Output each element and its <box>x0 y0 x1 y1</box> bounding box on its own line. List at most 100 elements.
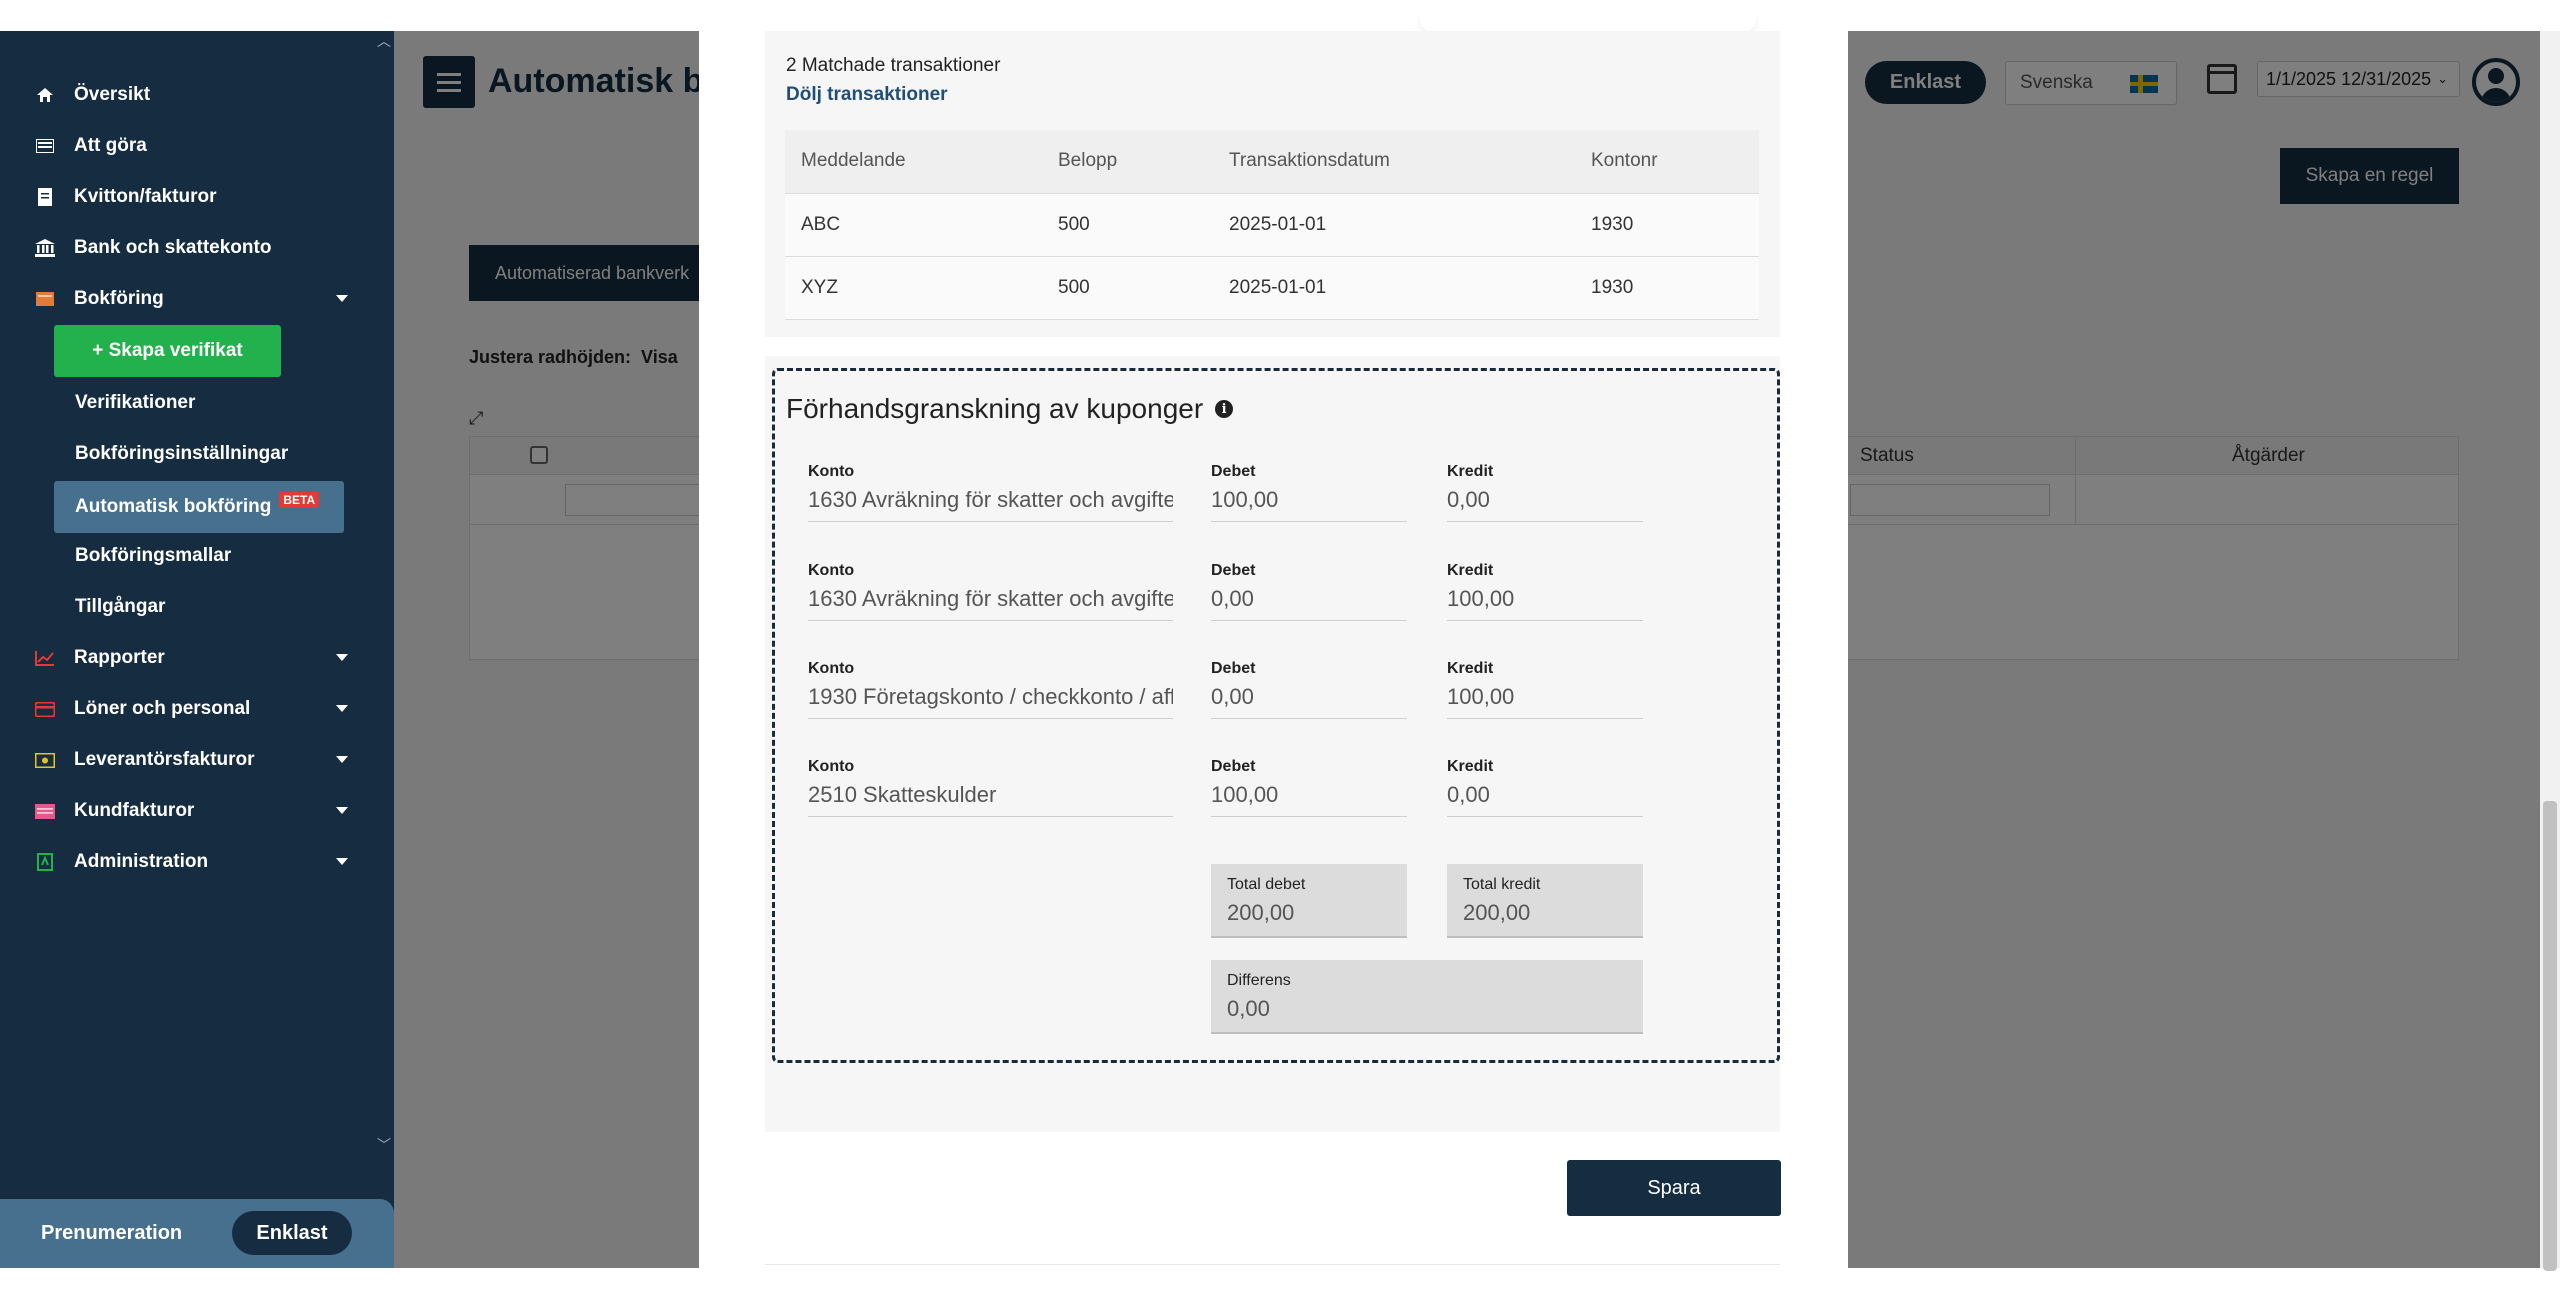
scroll-down-icon[interactable]: ﹀ <box>374 1135 394 1155</box>
subscription-label[interactable]: Prenumeration <box>41 1222 182 1245</box>
admin-icon <box>34 852 56 872</box>
chevron-down-icon <box>336 705 348 712</box>
list-icon <box>34 136 56 156</box>
preview-title-text: Förhandsgranskning av kuponger <box>786 393 1204 424</box>
sidebar-item-label: Översikt <box>74 84 151 105</box>
total-kredit-box: Total kredit 200,00 <box>1447 864 1643 938</box>
sidebar-sub-label: Tillgångar <box>75 596 166 617</box>
debet-label: Debet <box>1211 660 1256 677</box>
scroll-up-icon[interactable]: ︿ <box>374 31 394 51</box>
kredit-value: 100,00 <box>1447 684 1643 719</box>
debet-value: 0,00 <box>1211 586 1407 621</box>
total-debet-box: Total debet 200,00 <box>1211 864 1407 938</box>
difference-value: 0,00 <box>1227 996 1270 1021</box>
debet-value: 0,00 <box>1211 684 1407 719</box>
sidebar-sub-bokforingsinstallningar[interactable]: Bokföringsinställningar <box>54 434 344 474</box>
column-header[interactable]: Belopp <box>1042 130 1213 194</box>
table-row: XYZ 500 2025-01-01 1930 <box>785 256 1759 320</box>
konto-field[interactable]: Konto 2510 Skatteskulder <box>808 758 1173 817</box>
sidebar-sub-verifikationer[interactable]: Verifikationer <box>54 383 344 423</box>
sidebar-item-bank[interactable]: Bank och skattekonto <box>0 228 370 268</box>
kredit-label: Kredit <box>1447 758 1494 775</box>
sidebar-item-leverantorsfakturor[interactable]: Leverantörsfakturor <box>0 740 370 780</box>
konto-value: 1930 Företagskonto / checkkonto / affärs… <box>808 684 1173 719</box>
chart-icon <box>34 648 56 668</box>
column-header[interactable]: Transaktionsdatum <box>1213 130 1575 194</box>
kredit-field[interactable]: Kredit 100,00 <box>1447 562 1643 621</box>
sidebar-item-oversikt[interactable]: Översikt <box>0 75 370 115</box>
table-cell: 500 <box>1042 193 1213 257</box>
sidebar-item-label: Kundfakturor <box>74 800 195 821</box>
hide-transactions-link[interactable]: Dölj transaktioner <box>786 84 948 106</box>
sidebar-item-bokforing[interactable]: Bokföring <box>0 279 370 319</box>
table-cell: 1930 <box>1575 256 1759 320</box>
sidebar-sub-automatisk-bokforing[interactable]: Automatisk bokföring BETA <box>54 481 344 533</box>
sidebar-item-label: Bank och skattekonto <box>74 237 272 258</box>
sidebar-sub-tillgangar[interactable]: Tillgångar <box>54 587 344 627</box>
difference-box: Differens 0,00 <box>1211 960 1643 1034</box>
sidebar-sub-bokforingsmallar[interactable]: Bokföringsmallar <box>54 536 344 576</box>
scrollbar-thumb[interactable] <box>2543 801 2557 1271</box>
column-header[interactable]: Kontonr <box>1575 130 1759 194</box>
table-cell: 2025-01-01 <box>1213 193 1575 257</box>
sidebar-sub-label: Verifikationer <box>75 392 196 413</box>
konto-field[interactable]: Konto 1930 Företagskonto / checkkonto / … <box>808 660 1173 719</box>
sidebar-item-label: Att göra <box>74 135 147 156</box>
debet-field[interactable]: Debet 100,00 <box>1211 758 1407 817</box>
debet-value: 100,00 <box>1211 782 1407 817</box>
sidebar-item-label: Rapporter <box>74 647 165 668</box>
receipt-icon <box>34 187 56 207</box>
total-kredit-value: 200,00 <box>1463 900 1531 925</box>
table-cell: 500 <box>1042 256 1213 320</box>
sidebar-item-label: Administration <box>74 851 209 872</box>
debet-field[interactable]: Debet 100,00 <box>1211 463 1407 522</box>
konto-label: Konto <box>808 562 855 579</box>
debet-label: Debet <box>1211 758 1256 775</box>
table-cell: 1930 <box>1575 193 1759 257</box>
kredit-field[interactable]: Kredit 100,00 <box>1447 660 1643 719</box>
home-icon <box>34 85 56 105</box>
total-debet-value: 200,00 <box>1227 900 1295 925</box>
sidebar-item-att-gora[interactable]: Att göra <box>0 126 370 166</box>
transactions-table: Meddelande Belopp Transaktionsdatum Kont… <box>785 130 1759 320</box>
column-header[interactable]: Meddelande <box>785 130 1042 194</box>
sidebar-sub-label: Bokföringsinställningar <box>75 443 289 464</box>
subscription-footer: Prenumeration Enklast <box>0 1199 394 1268</box>
plan-badge[interactable]: Enklast <box>232 1211 352 1255</box>
sidebar-sub-label: Bokföringsmallar <box>75 545 232 566</box>
table-cell: 2025-01-01 <box>1213 256 1575 320</box>
customer-icon <box>34 801 56 821</box>
table-cell: ABC <box>785 193 1042 257</box>
bank-icon <box>34 238 56 258</box>
debet-label: Debet <box>1211 562 1256 579</box>
kredit-field[interactable]: Kredit 0,00 <box>1447 463 1643 522</box>
kredit-label: Kredit <box>1447 562 1494 579</box>
sidebar-item-kvitton[interactable]: Kvitton/fakturor <box>0 177 370 217</box>
konto-value: 2510 Skatteskulder <box>808 782 1173 817</box>
kredit-value: 0,00 <box>1447 487 1643 522</box>
konto-label: Konto <box>808 463 855 480</box>
debet-field[interactable]: Debet 0,00 <box>1211 660 1407 719</box>
sidebar-item-loner[interactable]: Löner och personal <box>0 689 370 729</box>
save-button[interactable]: Spara <box>1567 1160 1781 1216</box>
debet-field[interactable]: Debet 0,00 <box>1211 562 1407 621</box>
konto-label: Konto <box>808 660 855 677</box>
kredit-value: 100,00 <box>1447 586 1643 621</box>
sidebar-item-label: Löner och personal <box>74 698 251 719</box>
konto-field[interactable]: Konto 1630 Avräkning för skatter och avg… <box>808 463 1173 522</box>
kredit-field[interactable]: Kredit 0,00 <box>1447 758 1643 817</box>
konto-field[interactable]: Konto 1630 Avräkning för skatter och avg… <box>808 562 1173 621</box>
difference-label: Differens <box>1227 972 1291 989</box>
chevron-down-icon <box>336 858 348 865</box>
preview-title: Förhandsgranskning av kuponger i <box>786 393 1234 425</box>
sidebar-item-administration[interactable]: Administration <box>0 842 370 882</box>
create-voucher-button[interactable]: + Skapa verifikat <box>54 325 281 377</box>
sidebar-item-kundfakturor[interactable]: Kundfakturor <box>0 791 370 831</box>
page-scrollbar[interactable] <box>2540 31 2560 1271</box>
chevron-down-icon <box>336 807 348 814</box>
ledger-icon <box>34 289 56 309</box>
info-icon[interactable]: i <box>1215 400 1234 418</box>
table-row: ABC 500 2025-01-01 1930 <box>785 193 1759 257</box>
sidebar-item-rapporter[interactable]: Rapporter <box>0 638 370 678</box>
sidebar: ︿ Översikt Att göra Kvitton/fakturor Ban… <box>0 31 394 1268</box>
